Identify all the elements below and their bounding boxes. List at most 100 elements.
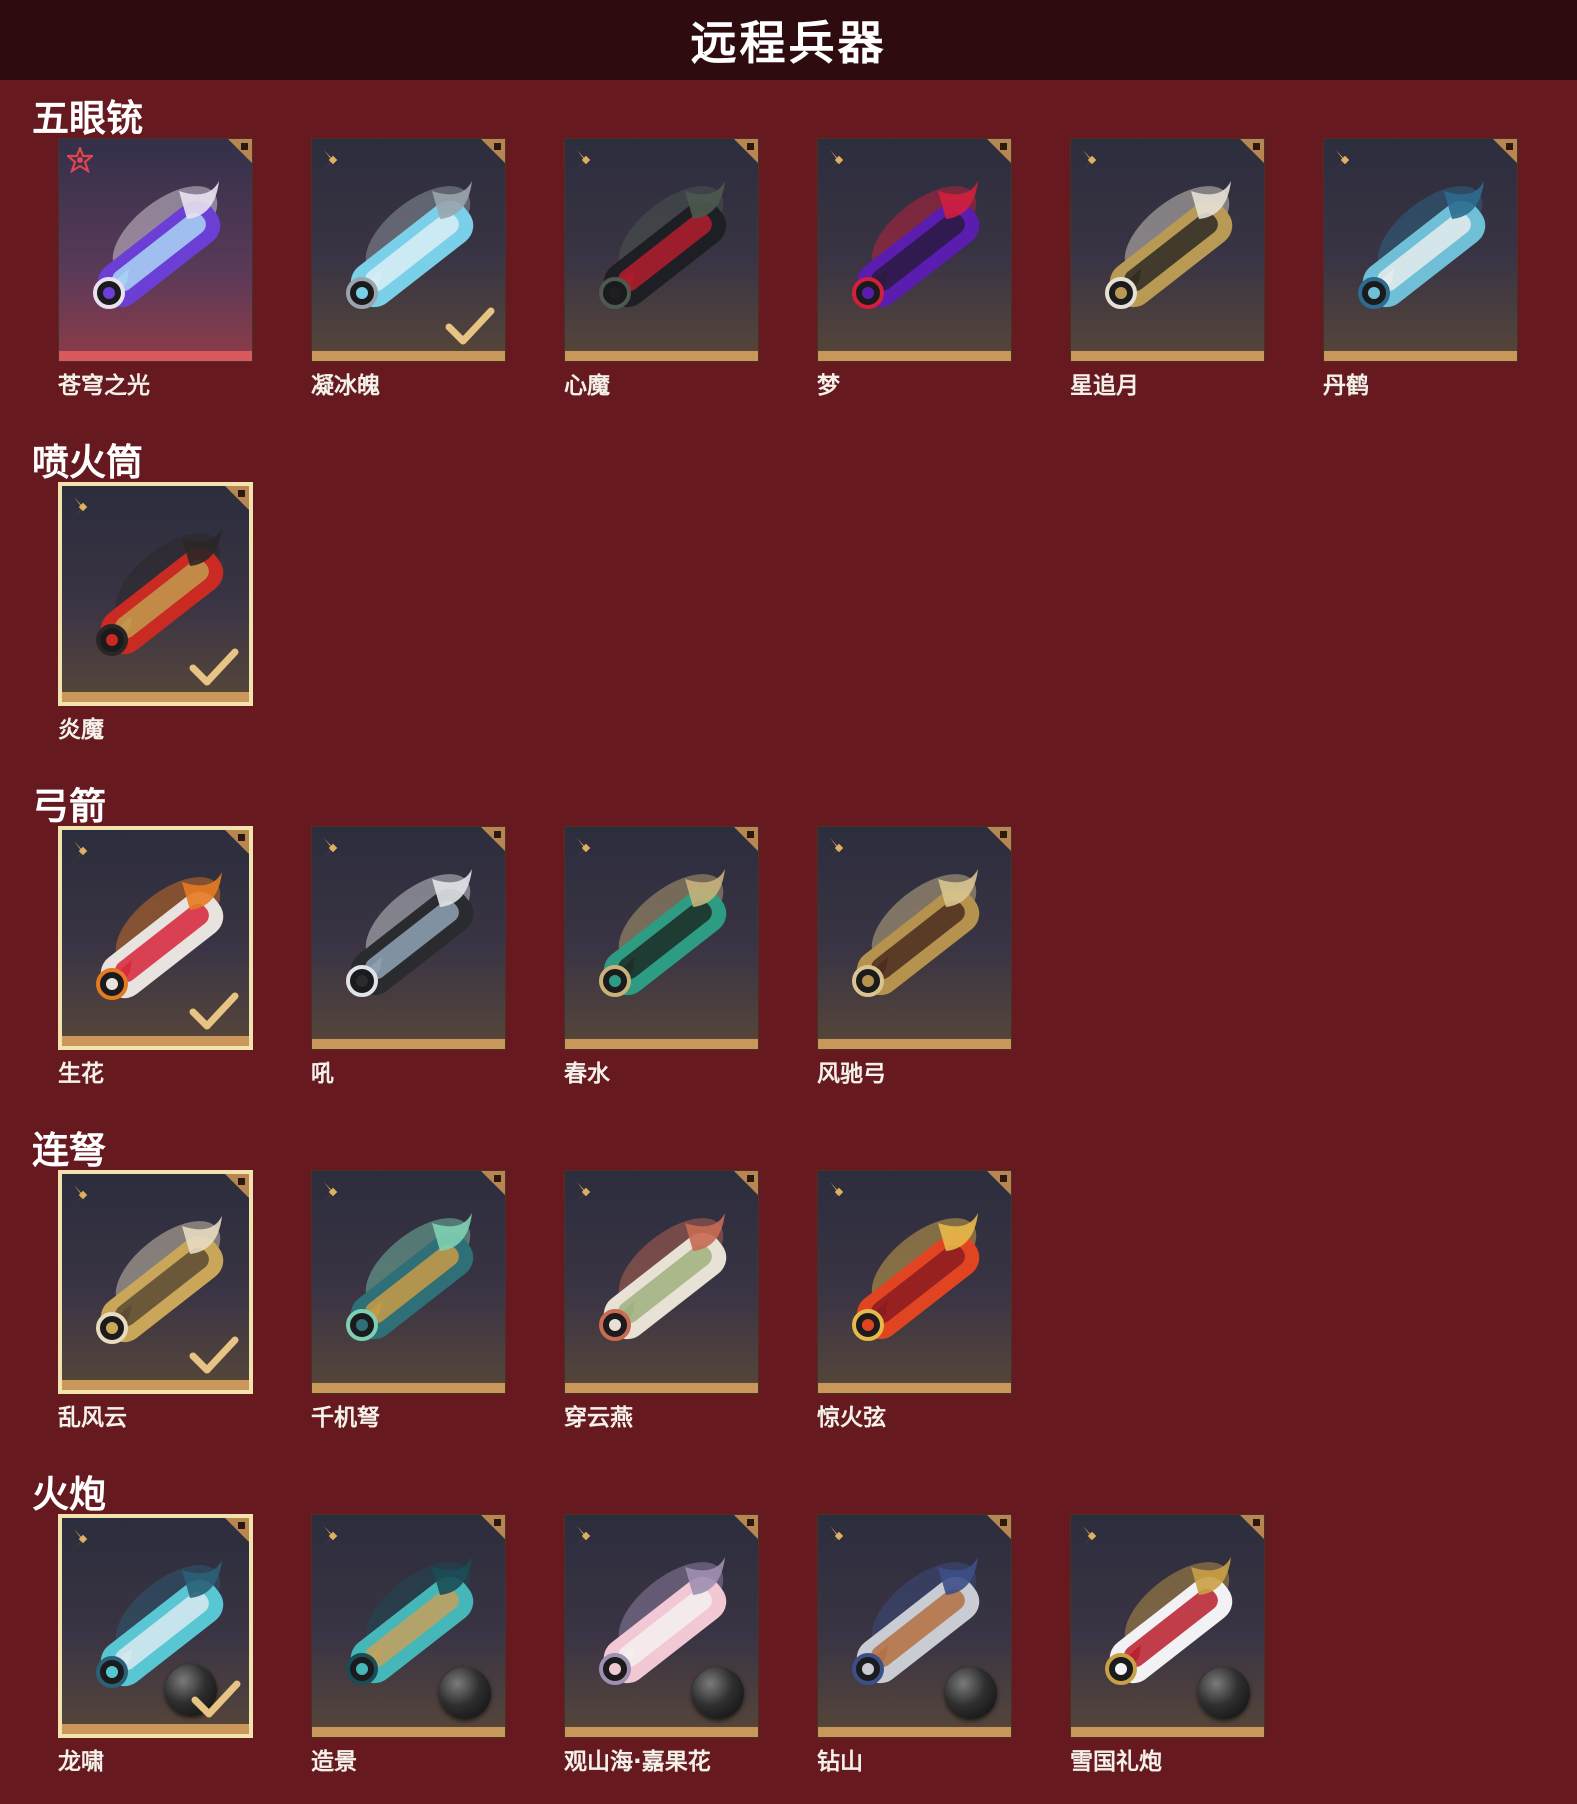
weapon-card[interactable] [58,1514,253,1738]
cannonball-icon [692,1667,744,1719]
weapon-art-icon [346,869,474,997]
weapon-name: 春水 [564,1061,610,1087]
corner-tab [481,1171,505,1195]
weapon-name: 星追月 [1070,373,1139,399]
weapon-art-icon [852,869,980,997]
card-bottom-strip [1071,1727,1264,1737]
weapon-item[interactable]: 丹鹤 [1323,138,1518,400]
weapon-art-icon [599,869,727,997]
weapon-item[interactable]: 乱风云 [58,1170,253,1432]
card-bottom-strip [62,1036,249,1046]
weapon-card[interactable] [1070,138,1265,362]
weapon-art-icon [346,1213,474,1341]
weapon-section: 连弩 乱风云 千机弩 穿云燕 惊火弦 [0,1116,1577,1460]
weapon-name: 炎魔 [58,717,104,743]
card-bottom-strip [62,692,249,702]
weapon-item[interactable]: 吼 [311,826,506,1088]
weapon-section: 喷火筒炎魔 [0,428,1577,772]
weapon-item[interactable]: 龙啸 [58,1514,253,1776]
page-title: 远程兵器 [690,16,887,70]
corner-tab [734,1171,758,1195]
weapon-card[interactable] [58,1170,253,1394]
weapon-card[interactable] [564,1514,759,1738]
weapon-name: 苍穹之光 [58,373,150,399]
weapon-card[interactable] [1323,138,1518,362]
weapon-art-icon [599,181,727,309]
weapon-item[interactable]: 风驰弓 [817,826,1012,1088]
weapon-item[interactable]: 穿云燕 [564,1170,759,1432]
weapon-grid: 乱风云 千机弩 穿云燕 惊火弦 [58,1170,1070,1432]
weapon-grid: 苍穹之光 凝冰魄 心魔 梦 星追月 丹鹤 [58,138,1576,400]
corner-tab [225,1174,249,1198]
weapon-card[interactable] [311,1514,506,1738]
weapon-card[interactable] [564,1170,759,1394]
weapon-art-icon [1358,181,1486,309]
card-bottom-strip [565,1039,758,1049]
corner-tab [225,486,249,510]
weapon-item[interactable]: 星追月 [1070,138,1265,400]
weapon-name: 吼 [311,1061,334,1087]
weapon-card[interactable] [58,826,253,1050]
checkmark-icon [189,1336,239,1374]
weapon-item[interactable]: 苍穹之光 [58,138,253,400]
card-bottom-strip [565,1727,758,1737]
weapon-item[interactable]: 千机弩 [311,1170,506,1432]
weapon-item[interactable]: 钻山 [817,1514,1012,1776]
weapon-name: 穿云燕 [564,1405,633,1431]
weapon-name: 龙啸 [58,1749,104,1775]
weapon-name: 钻山 [817,1749,863,1775]
weapon-card[interactable] [311,826,506,1050]
corner-tab [734,827,758,851]
corner-tab [987,1515,1011,1539]
weapon-card[interactable] [58,138,253,362]
corner-tab [481,1515,505,1539]
corner-tab [225,1518,249,1542]
weapon-name: 观山海·嘉果花 [564,1749,711,1775]
section-title: 火炮 [32,1473,106,1516]
weapon-name: 造景 [311,1749,357,1775]
card-bottom-strip [62,1380,249,1390]
section-title: 喷火筒 [32,441,143,484]
weapon-card[interactable] [564,826,759,1050]
cannonball-icon [1198,1667,1250,1719]
weapon-item[interactable]: 雪国礼炮 [1070,1514,1265,1776]
weapon-section: 弓箭生花 吼 春水 风驰弓 [0,772,1577,1116]
top-bar: 远程兵器 [0,0,1577,80]
weapon-name: 凝冰魄 [311,373,380,399]
weapon-art-icon [852,1213,980,1341]
weapon-card[interactable] [1070,1514,1265,1738]
weapon-grid: 炎魔 [58,482,311,744]
weapon-item[interactable]: 生花 [58,826,253,1088]
weapon-item[interactable]: 心魔 [564,138,759,400]
corner-tab [481,139,505,163]
card-bottom-strip [1071,351,1264,361]
weapon-name: 风驰弓 [817,1061,886,1087]
weapon-item[interactable]: 造景 [311,1514,506,1776]
weapon-card[interactable] [817,1514,1012,1738]
weapon-card[interactable] [311,138,506,362]
weapon-item[interactable]: 惊火弦 [817,1170,1012,1432]
weapon-art-icon [1105,181,1233,309]
weapon-card[interactable] [817,826,1012,1050]
section-title: 弓箭 [32,785,106,828]
section-title: 五眼铳 [32,97,143,140]
weapon-card[interactable] [58,482,253,706]
weapon-item[interactable]: 炎魔 [58,482,253,744]
weapon-section: 五眼铳苍穹之光 凝冰魄 心魔 梦 星追月 丹鹤 [0,84,1577,428]
cannonball-icon [439,1667,491,1719]
card-bottom-strip [312,351,505,361]
weapon-card[interactable] [311,1170,506,1394]
section-title: 连弩 [32,1129,106,1172]
weapon-grid: 龙啸 造景 观山海·嘉果花 钻山 雪国礼炮 [58,1514,1323,1776]
card-bottom-strip [1324,351,1517,361]
weapon-item[interactable]: 凝冰魄 [311,138,506,400]
weapon-name: 生花 [58,1061,104,1087]
weapon-card[interactable] [817,138,1012,362]
weapon-card[interactable] [564,138,759,362]
weapon-card[interactable] [817,1170,1012,1394]
weapon-item[interactable]: 春水 [564,826,759,1088]
weapon-item[interactable]: 观山海·嘉果花 [564,1514,759,1776]
checkmark-icon [191,1680,241,1718]
corner-tab [734,1515,758,1539]
weapon-item[interactable]: 梦 [817,138,1012,400]
